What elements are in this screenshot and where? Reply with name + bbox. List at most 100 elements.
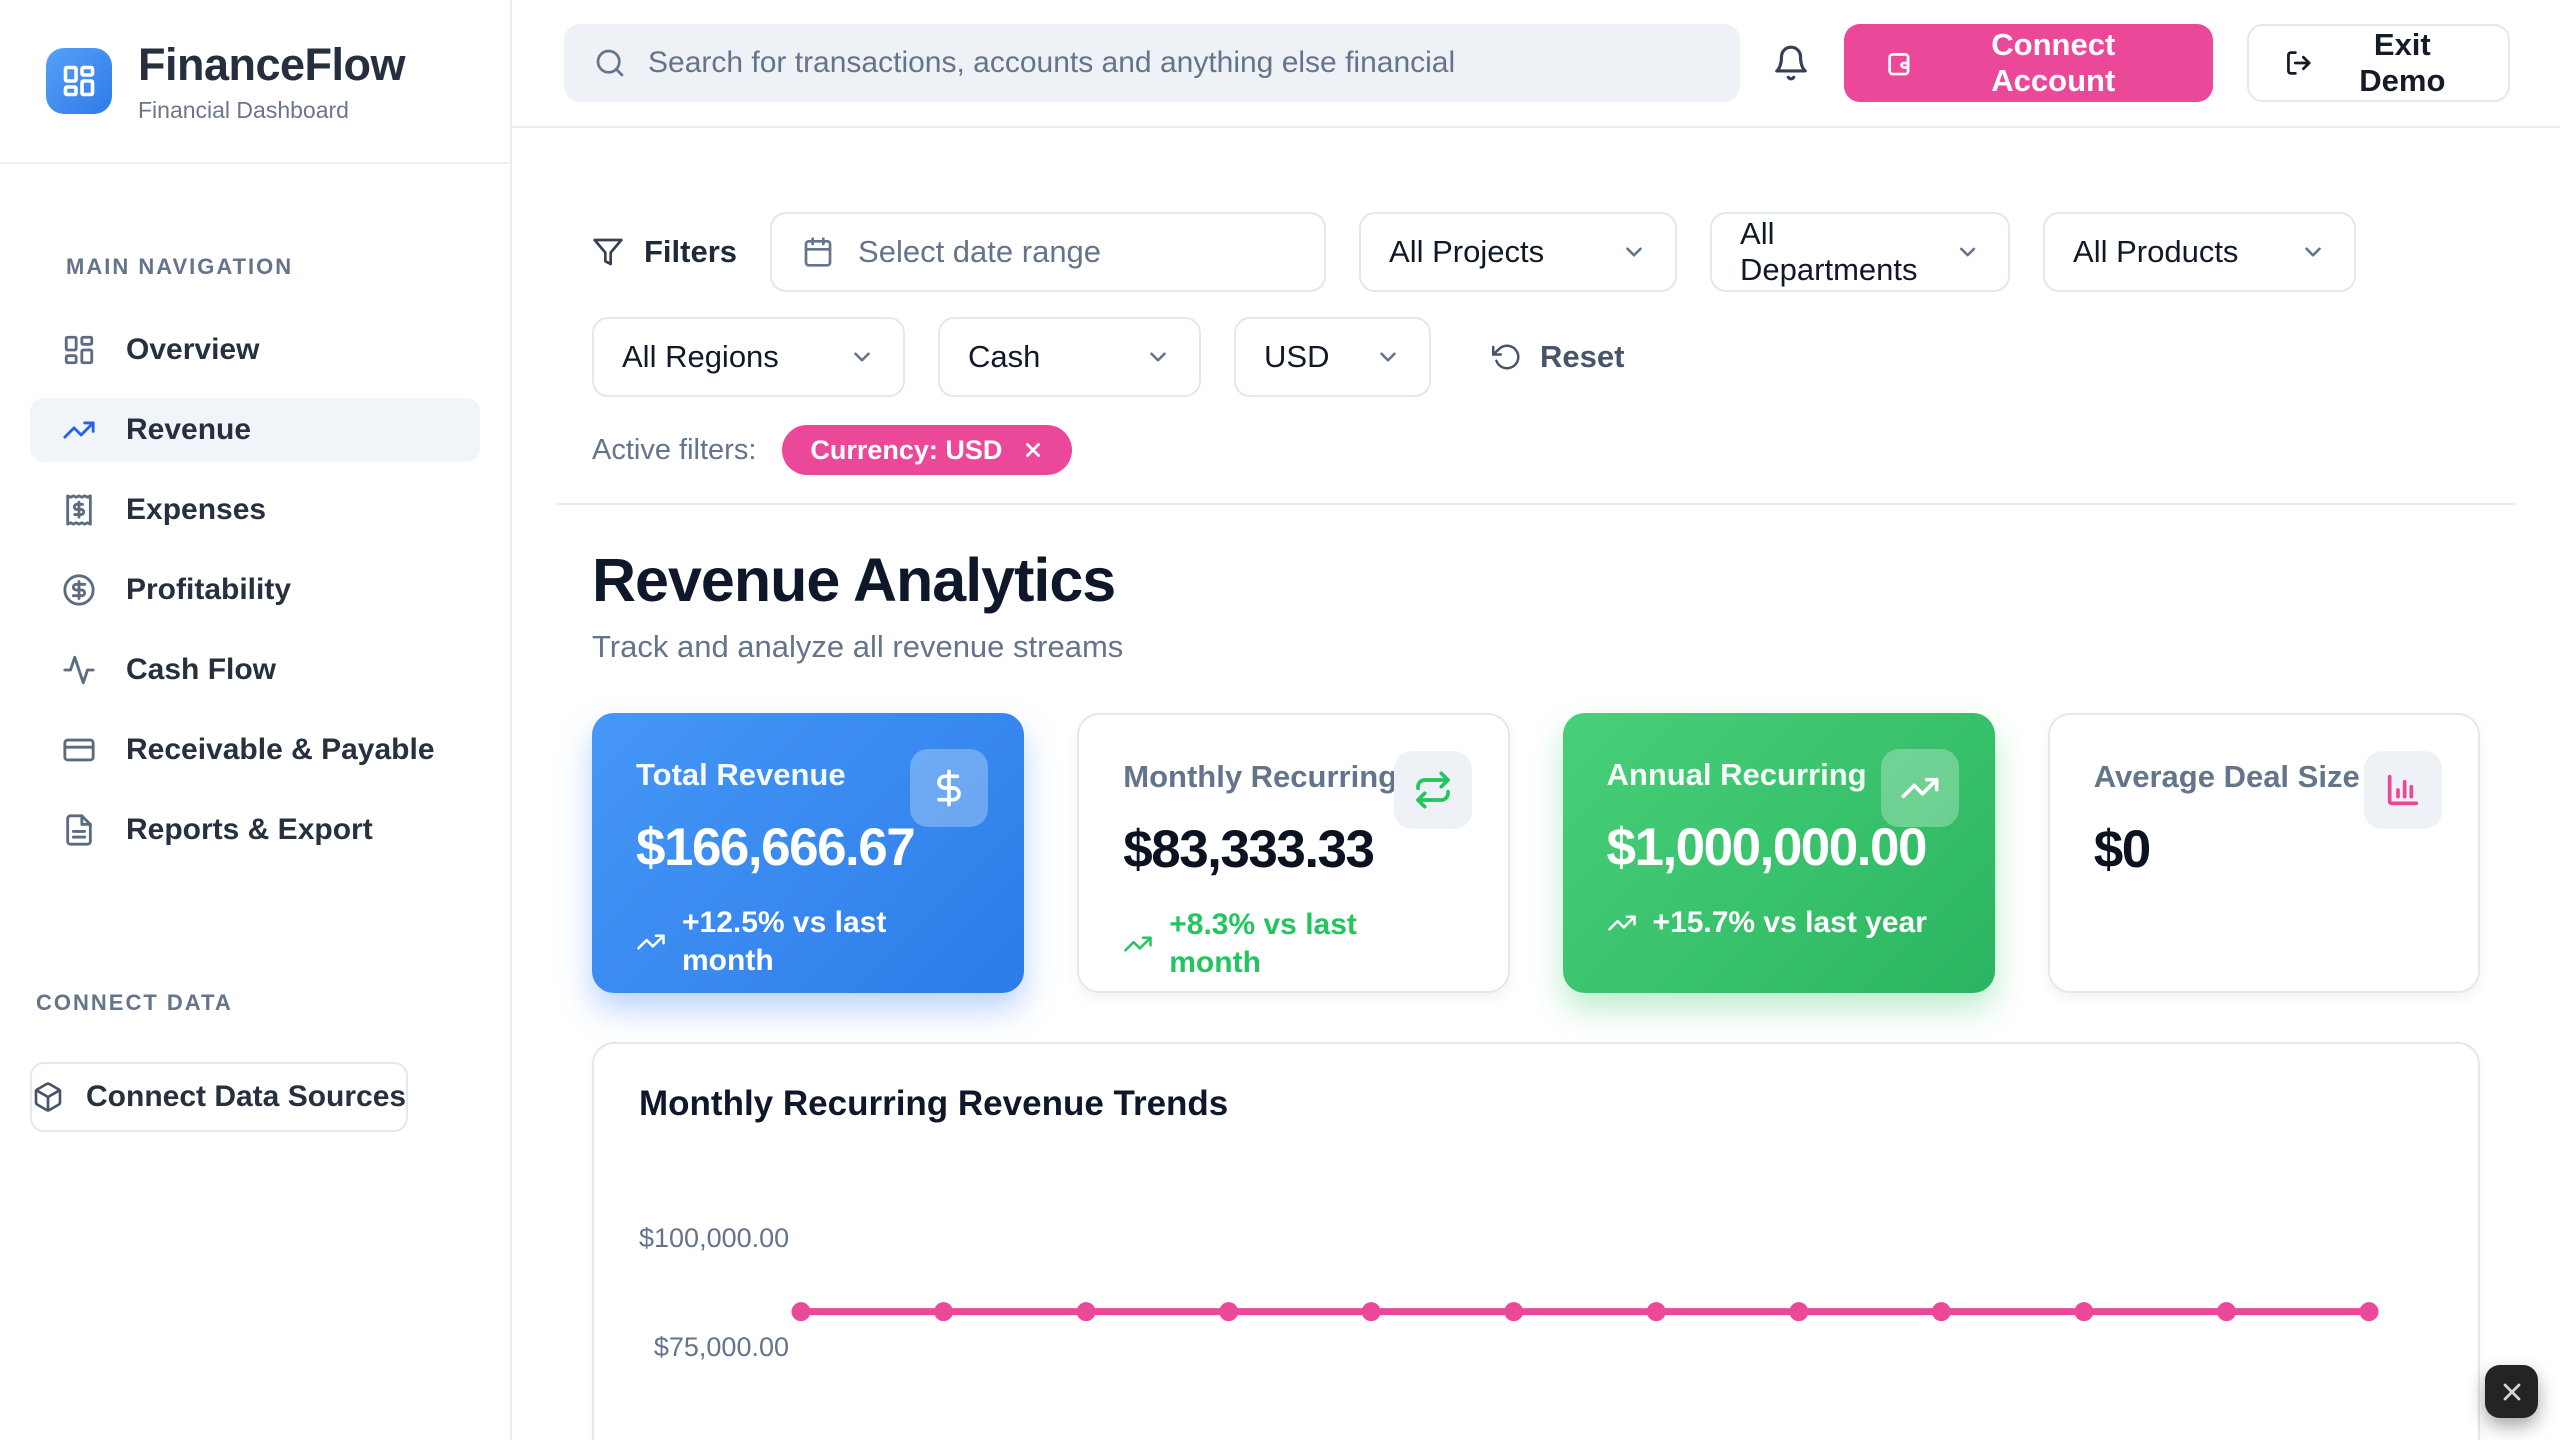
sidebar-item-profitability[interactable]: Profitability: [30, 558, 480, 622]
dollar-sign-icon: [929, 768, 969, 808]
box-icon: [32, 1081, 64, 1113]
file-text-icon: [62, 813, 96, 847]
sidebar-item-label: Profitability: [126, 573, 291, 607]
stat-card-total-revenue: Total Revenue $166,666.67 +12.5% vs last…: [592, 713, 1024, 993]
chevron-down-icon: [849, 344, 875, 370]
exit-demo-button[interactable]: Exit Demo: [2247, 24, 2510, 102]
data-point-marker: [1647, 1302, 1666, 1321]
projects-select-value: All Projects: [1389, 234, 1544, 270]
page-subtitle: Track and analyze all revenue streams: [592, 629, 2480, 665]
departments-select-value: All Departments: [1740, 216, 1955, 288]
stat-badge: [1394, 751, 1472, 829]
stat-cards: Total Revenue $166,666.67 +12.5% vs last…: [592, 713, 2480, 993]
bar-chart-icon: [2383, 770, 2423, 810]
sidebar-item-receivable-payable[interactable]: Receivable & Payable: [30, 718, 480, 782]
stat-badge: [910, 749, 988, 827]
trending-up-icon: [1900, 768, 1940, 808]
close-icon: [2498, 1378, 2526, 1406]
calendar-icon: [802, 236, 834, 268]
rotate-ccw-icon: [1492, 342, 1522, 372]
activity-icon: [62, 653, 96, 687]
filters-row-2: All Regions Cash USD Reset: [592, 317, 2480, 397]
main-content: Filters Select date range All Projects A…: [512, 128, 2560, 1440]
data-point-marker: [1077, 1302, 1096, 1321]
wallet-icon: [1886, 47, 1916, 79]
dashboard-grid-icon: [61, 63, 97, 99]
projects-select[interactable]: All Projects: [1359, 212, 1677, 292]
regions-select[interactable]: All Regions: [592, 317, 905, 397]
filters-row-1: Filters Select date range All Projects A…: [592, 212, 2480, 292]
search-icon: [594, 47, 626, 79]
sidebar-item-label: Overview: [126, 333, 259, 367]
products-select[interactable]: All Products: [2043, 212, 2356, 292]
data-point-marker: [792, 1302, 811, 1321]
close-icon[interactable]: [1022, 439, 1044, 461]
sidebar-item-label: Reports & Export: [126, 813, 373, 847]
data-point-marker: [2217, 1302, 2236, 1321]
data-point-marker: [2360, 1302, 2379, 1321]
sidebar-item-cash-flow[interactable]: Cash Flow: [30, 638, 480, 702]
date-range-input[interactable]: Select date range: [770, 212, 1326, 292]
connect-account-button[interactable]: Connect Account: [1844, 24, 2213, 102]
connect-account-label: Connect Account: [1936, 27, 2172, 99]
exit-demo-label: Exit Demo: [2333, 27, 2472, 99]
sidebar-item-overview[interactable]: Overview: [30, 318, 480, 382]
trending-up-icon: [1607, 908, 1637, 938]
main-navigation: MAIN NAVIGATION Overview Revenue: [0, 164, 510, 862]
stat-trend: +8.3% vs last month: [1123, 906, 1463, 981]
close-overlay-button[interactable]: [2485, 1365, 2538, 1418]
stat-badge: [1881, 749, 1959, 827]
mrr-trends-chart-card: Monthly Recurring Revenue Trends $100,00…: [592, 1042, 2480, 1440]
connect-data-header: CONNECT DATA: [36, 990, 480, 1016]
trending-up-icon: [62, 413, 96, 447]
reset-filters-button[interactable]: Reset: [1492, 339, 1624, 375]
date-range-placeholder: Select date range: [858, 234, 1101, 270]
sidebar-item-revenue[interactable]: Revenue: [30, 398, 480, 462]
currency-select[interactable]: USD: [1234, 317, 1431, 397]
data-point-marker: [1504, 1302, 1523, 1321]
nav-section-header: MAIN NAVIGATION: [66, 254, 480, 280]
circle-dollar-icon: [62, 573, 96, 607]
app-title: FinanceFlow: [138, 39, 405, 91]
chevron-down-icon: [2300, 239, 2326, 265]
search-bar[interactable]: [564, 24, 1740, 102]
repeat-icon: [1413, 770, 1453, 810]
data-point-marker: [2074, 1302, 2093, 1321]
topbar: Connect Account Exit Demo: [512, 0, 2560, 128]
products-select-value: All Products: [2073, 234, 2238, 270]
chevron-down-icon: [1145, 344, 1171, 370]
stat-trend: +12.5% vs last month: [636, 904, 980, 979]
notifications-button[interactable]: [1772, 44, 1810, 82]
app-subtitle: Financial Dashboard: [138, 97, 405, 124]
data-point-marker: [1362, 1302, 1381, 1321]
funnel-icon: [592, 236, 624, 268]
sidebar-item-label: Expenses: [126, 493, 266, 527]
currency-filter-chip[interactable]: Currency: USD: [782, 425, 1072, 475]
layout-dashboard-icon: [62, 333, 96, 367]
trending-up-icon: [1123, 929, 1153, 959]
sidebar-item-label: Receivable & Payable: [126, 733, 435, 767]
search-input[interactable]: [648, 46, 1710, 80]
stat-card-average-deal-size: Average Deal Size $0: [2048, 713, 2480, 993]
currency-filter-chip-label: Currency: USD: [810, 435, 1002, 466]
connect-data-sources-button[interactable]: Connect Data Sources: [30, 1062, 408, 1132]
sidebar: FinanceFlow Financial Dashboard MAIN NAV…: [0, 0, 512, 1440]
sidebar-item-reports-export[interactable]: Reports & Export: [30, 798, 480, 862]
sidebar-item-label: Cash Flow: [126, 653, 276, 687]
stat-badge: [2364, 751, 2442, 829]
trending-up-icon: [636, 927, 666, 957]
stat-trend: +15.7% vs last year: [1607, 904, 1951, 942]
data-point-marker: [934, 1302, 953, 1321]
departments-select[interactable]: All Departments: [1710, 212, 2010, 292]
page-title: Revenue Analytics: [592, 545, 2480, 615]
regions-select-value: All Regions: [622, 339, 779, 375]
filters-label: Filters: [592, 234, 737, 270]
stat-card-monthly-recurring: Monthly Recurring $83,333.33 +8.3% vs la…: [1077, 713, 1509, 993]
mrr-line-chart: [594, 1044, 2477, 1440]
accounting-basis-select[interactable]: Cash: [938, 317, 1201, 397]
sidebar-item-expenses[interactable]: Expenses: [30, 478, 480, 542]
brand: FinanceFlow Financial Dashboard: [0, 0, 510, 164]
data-point-marker: [1219, 1302, 1238, 1321]
accounting-basis-value: Cash: [968, 339, 1040, 375]
bell-icon: [1772, 44, 1810, 82]
